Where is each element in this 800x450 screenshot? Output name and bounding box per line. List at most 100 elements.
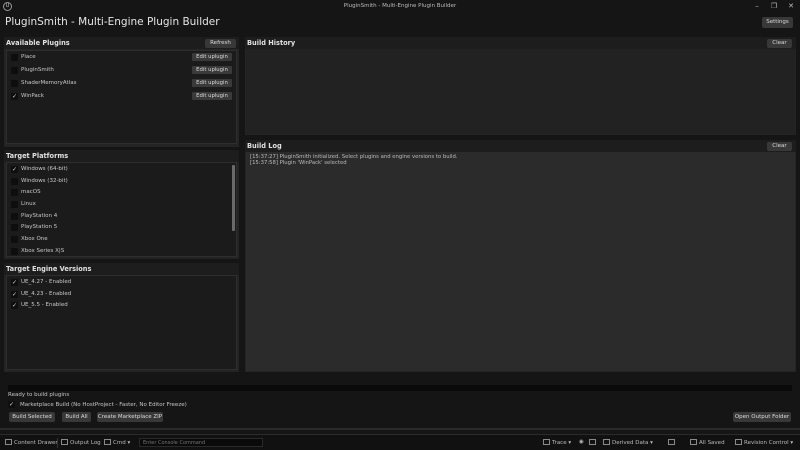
derived-data-icon	[603, 439, 610, 445]
platform-name: PlayStation 5	[21, 224, 58, 230]
build-progress-bar	[8, 385, 792, 391]
save-icon	[690, 439, 697, 445]
panel-title: Available Plugins	[6, 39, 70, 47]
checkbox[interactable]	[11, 54, 18, 61]
checkbox[interactable]	[11, 189, 18, 196]
platform-row[interactable]: ✓ Windows (64-bit)	[7, 163, 236, 175]
plugin-row-pluginsmith[interactable]: PluginSmith Edit uplugin	[7, 64, 236, 76]
plugin-row-shadermemoryatlas[interactable]: ShaderMemoryAtlas Edit uplugin	[7, 77, 236, 89]
checkbox[interactable]	[11, 248, 18, 255]
checkbox[interactable]	[11, 201, 18, 208]
panel-header: Available Plugins	[4, 37, 239, 49]
checkbox[interactable]	[11, 80, 18, 87]
restore-icon[interactable]: ❐	[765, 1, 783, 12]
console-command-input[interactable]	[139, 438, 263, 447]
checkbox-checked[interactable]: ✓	[11, 166, 18, 173]
panel-header: Build Log	[245, 140, 796, 152]
engine-list: ✓ UE_4.27 - Enabled ✓ UE_4.23 - Enabled ✓ U…	[6, 275, 237, 370]
build-selected-button[interactable]: Build Selected	[9, 412, 55, 422]
platform-row[interactable]: Xbox Series X|S	[7, 245, 236, 257]
platform-row[interactable]: Linux	[7, 198, 236, 210]
output-log-label: Output Log	[70, 440, 101, 446]
revision-control-label: Revision Control	[744, 440, 789, 446]
engine-row[interactable]: ✓ UE_4.27 - Enabled	[7, 276, 236, 288]
panel-header: Build History	[245, 37, 796, 49]
screenshot-icon	[589, 439, 596, 445]
build-log-panel: Build Log Clear [15:37:27] PluginSmith i…	[245, 140, 796, 372]
available-plugins-panel: Available Plugins Refresh Place Edit upl…	[4, 37, 239, 147]
plugin-name: ShaderMemoryAtlas	[21, 80, 77, 86]
platform-list-scrollbar[interactable]	[232, 165, 235, 231]
build-history-list	[246, 49, 795, 134]
checkbox[interactable]	[11, 236, 18, 243]
checkbox[interactable]	[11, 178, 18, 185]
checkbox-checked[interactable]: ✓	[11, 291, 18, 298]
panel-title: Build History	[247, 39, 296, 47]
page-title: PluginSmith - Multi-Engine Plugin Builde…	[5, 16, 220, 28]
platform-name: macOS	[21, 189, 41, 195]
content-drawer-label: Content Drawer	[14, 440, 58, 446]
checkbox-checked[interactable]: ✓	[11, 302, 18, 309]
chevron-down-icon: ▾	[566, 440, 572, 446]
content-drawer-button[interactable]: Content Drawer	[5, 439, 58, 446]
plugin-row-winpack[interactable]: ✓ WinPack Edit uplugin	[7, 90, 236, 102]
platform-name: Xbox Series X|S	[21, 248, 65, 254]
record-button[interactable]: ◉	[579, 439, 584, 445]
build-log-text[interactable]: [15:37:27] PluginSmith initialized. Sele…	[246, 152, 795, 371]
revision-control-button[interactable]: Revision Control ▾	[735, 439, 793, 446]
plugin-row-place[interactable]: Place Edit uplugin	[7, 51, 236, 63]
create-marketplace-zip-button[interactable]: Create Marketplace ZIP	[97, 412, 163, 422]
plugin-list: Place Edit uplugin PluginSmith Edit uplu…	[6, 50, 237, 144]
platform-row[interactable]: PlayStation 5	[7, 221, 236, 233]
edit-uplugin-button[interactable]: Edit uplugin	[192, 53, 232, 61]
target-engine-versions-panel: Target Engine Versions ✓ UE_4.27 - Enable…	[4, 263, 239, 372]
clear-history-button[interactable]: Clear	[767, 39, 792, 48]
chevron-down-icon: ▾	[648, 440, 653, 446]
file-icon	[668, 439, 675, 445]
refresh-button[interactable]: Refresh	[205, 39, 236, 48]
edit-uplugin-button[interactable]: Edit uplugin	[192, 92, 232, 100]
trace-label: Trace	[552, 440, 567, 446]
engine-name: UE_4.27 - Enabled	[21, 279, 72, 285]
edit-uplugin-button[interactable]: Edit uplugin	[192, 79, 232, 87]
engine-name: UE_5.5 - Enabled	[21, 302, 68, 308]
build-all-button[interactable]: Build All	[62, 412, 91, 422]
status-bar: Content Drawer Output Log Cmd ▾ Trace ▾ …	[0, 434, 800, 450]
all-saved-button[interactable]: All Saved	[690, 439, 725, 446]
revision-control-icon	[735, 439, 742, 445]
platform-name: Windows (32-bit)	[21, 178, 68, 184]
cmd-dropdown[interactable]: Cmd ▾	[104, 439, 130, 446]
all-saved-label: All Saved	[699, 440, 725, 446]
window-title: PluginSmith - Multi-Engine Plugin Builde…	[343, 3, 457, 9]
unsaved-button[interactable]	[668, 439, 677, 446]
platform-row[interactable]: macOS	[7, 186, 236, 198]
checkbox[interactable]	[11, 213, 18, 220]
plugin-name: WinPack	[21, 93, 44, 99]
trace-dropdown[interactable]: Trace ▾	[543, 439, 571, 446]
panel-header: Target Platforms	[4, 150, 239, 162]
settings-button[interactable]: Settings	[762, 17, 793, 28]
screenshot-button[interactable]	[589, 439, 598, 446]
cmd-label: Cmd	[113, 440, 126, 446]
platform-name: PlayStation 4	[21, 213, 58, 219]
checkbox-checked[interactable]: ✓	[11, 279, 18, 286]
panel-title: Build Log	[247, 142, 282, 150]
checkbox[interactable]	[11, 224, 18, 231]
panel-title: Target Engine Versions	[6, 265, 92, 273]
chevron-down-icon: ▾	[125, 440, 131, 446]
close-icon[interactable]: ✕	[782, 1, 800, 12]
derived-data-button[interactable]: Derived Data ▾	[603, 439, 653, 446]
minimize-icon[interactable]: –	[748, 1, 766, 12]
build-status-text: Ready to build plugins	[8, 392, 70, 398]
platform-row[interactable]: Xbox One	[7, 233, 236, 245]
checkbox-checked[interactable]: ✓	[11, 93, 18, 100]
engine-name: UE_4.23 - Enabled	[21, 291, 72, 297]
edit-uplugin-button[interactable]: Edit uplugin	[192, 66, 232, 74]
open-output-folder-button[interactable]: Open Output Folder	[733, 412, 791, 422]
marketplace-build-checkbox[interactable]: ✓	[8, 401, 15, 408]
platform-list: ✓ Windows (64-bit) Windows (32-bit) macOS…	[6, 162, 237, 257]
engine-row[interactable]: ✓ UE_5.5 - Enabled	[7, 299, 236, 311]
output-log-button[interactable]: Output Log	[61, 439, 101, 446]
checkbox[interactable]	[11, 67, 18, 74]
clear-log-button[interactable]: Clear	[767, 142, 792, 151]
